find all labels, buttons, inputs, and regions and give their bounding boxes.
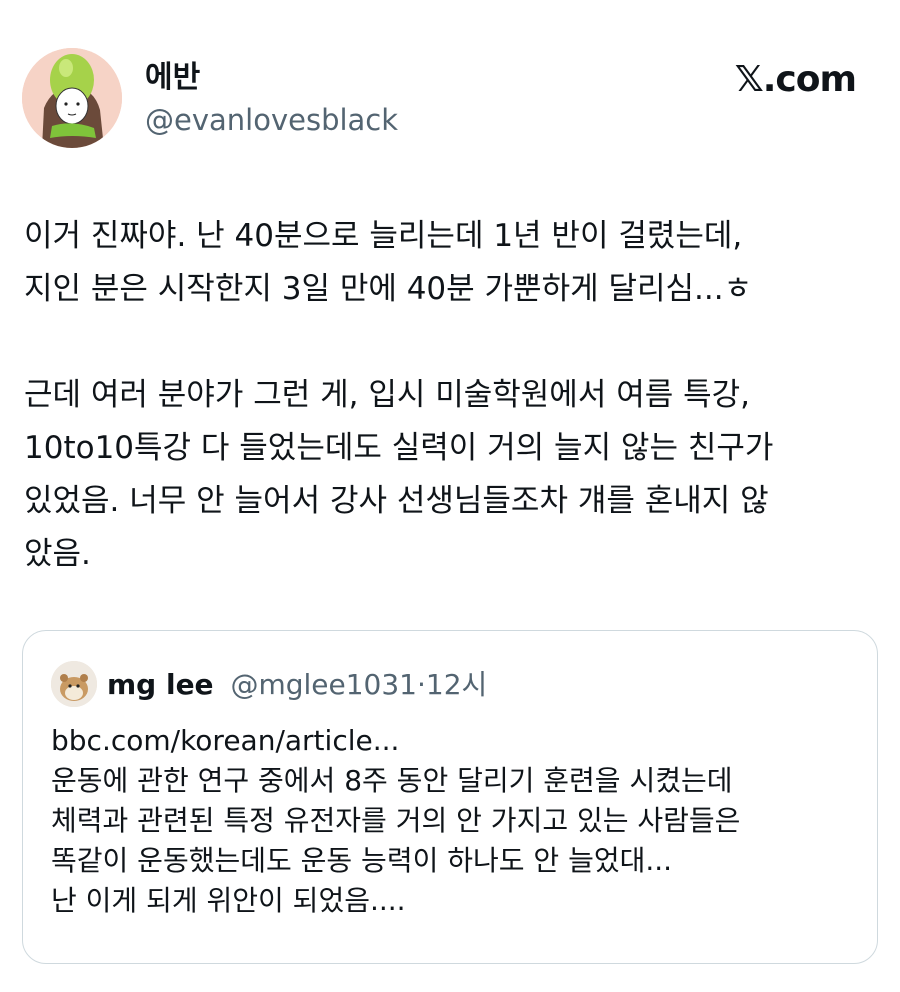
tweet-line: 10to10특강 다 들었는데도 실력이 거의 늘지 않는 친구가 — [24, 430, 774, 466]
tweet-line: 근데 여러 분야가 그런 게, 입시 미술학원에서 여름 특강, — [24, 377, 750, 413]
x-logo: 𝕏.com — [734, 59, 857, 100]
quoted-tweet-body: bbc.com/korean/article... 운동에 관한 연구 중에서 … — [51, 721, 740, 921]
quoted-line: 체력과 관련된 특정 유전자를 거의 안 가지고 있는 사람들은 — [51, 804, 741, 837]
tweet-line: 있었음. 너무 안 늘어서 강사 선생님들조차 걔를 혼내지 않 — [24, 483, 769, 519]
tweet-paragraph-gap — [24, 316, 884, 369]
quoted-author-handle[interactable]: @mglee1031 — [230, 668, 417, 701]
author-avatar[interactable] — [22, 48, 122, 148]
quoted-tweet-time[interactable]: 12시 — [426, 668, 487, 701]
tweet-line: 았음. — [24, 536, 91, 572]
quoted-author-avatar[interactable] — [51, 661, 97, 707]
quoted-line: 똑같이 운동했는데도 운동 능력이 하나도 안 늘었대... — [51, 844, 673, 877]
hamster-avatar-illustration — [51, 661, 97, 707]
tweet-line: 이거 진짜야. 난 40분으로 늘리는데 1년 반이 걸렸는데, — [24, 218, 743, 254]
quoted-line-link[interactable]: bbc.com/korean/article... — [51, 721, 740, 761]
quoted-line: 난 이게 되게 위안이 되었음.... — [51, 884, 406, 917]
author-handle[interactable]: @evanlovesblack — [145, 100, 398, 140]
avatar-illustration — [22, 48, 122, 148]
quoted-tweet-header: mg lee @mglee1031·12시 — [107, 665, 487, 705]
tweet-line: 지인 분은 시작한지 3일 만에 40분 가뿐하게 달리심...ㅎ — [24, 271, 753, 307]
tweet-body: 이거 진짜야. 난 40분으로 늘리는데 1년 반이 걸렸는데, 지인 분은 시… — [24, 210, 884, 581]
meta-separator: · — [417, 668, 426, 701]
quoted-line: 운동에 관한 연구 중에서 8주 동안 달리기 훈련을 시켰는데 — [51, 764, 733, 797]
quoted-author-name[interactable]: mg lee — [107, 668, 214, 701]
author-display-name[interactable]: 에반 — [145, 58, 200, 98]
quoted-tweet-card[interactable]: mg lee @mglee1031·12시 bbc.com/korean/art… — [22, 630, 878, 964]
